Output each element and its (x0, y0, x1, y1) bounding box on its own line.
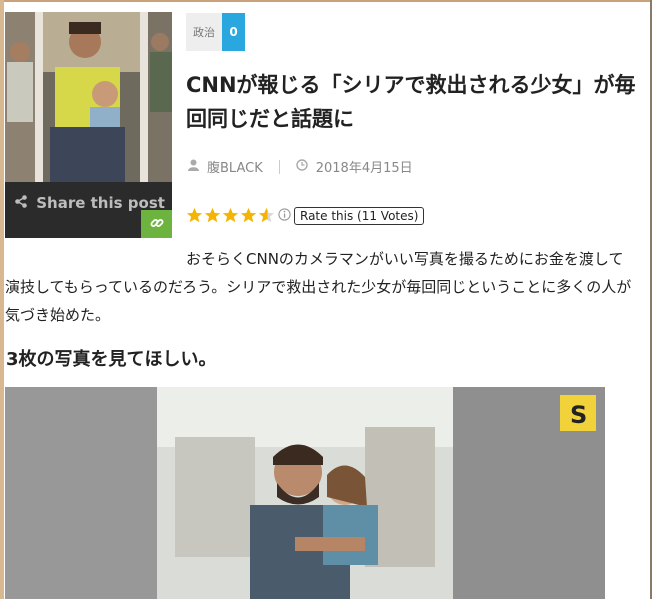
clock-icon (296, 158, 308, 175)
embedded-video[interactable]: S (5, 387, 605, 599)
publish-date: 2018年4月15日 (315, 161, 413, 176)
user-icon (188, 159, 199, 175)
star-half-icon[interactable] (258, 207, 275, 224)
permalink-button[interactable] (141, 210, 172, 238)
meta-divider (278, 159, 280, 174)
share-overlay: Share this post (5, 182, 172, 238)
star-rating[interactable] (186, 207, 276, 224)
article-title: CNNが報じる「シリアで救出される少女」が毎回同じだと話題に (186, 73, 636, 131)
star-icon[interactable] (222, 207, 239, 224)
post-thumbnail[interactable]: Share this post (5, 12, 172, 238)
author-link[interactable]: 腹BLACK (207, 157, 263, 176)
category-tag[interactable]: 政治 (186, 13, 222, 51)
rate-this-button[interactable]: Rate this (11 Votes) (294, 206, 425, 225)
section-heading: 3枚の写真を見てほしい。 (6, 349, 217, 370)
star-icon[interactable] (204, 207, 221, 224)
window-left-border (0, 0, 4, 599)
share-icon (15, 194, 32, 212)
thumbnail-photo (5, 12, 172, 182)
star-icon[interactable] (240, 207, 257, 224)
star-icon[interactable] (186, 207, 203, 224)
link-icon (150, 215, 164, 234)
svg-text:S: S (570, 401, 587, 429)
rating-widget: Rate this (11 Votes) (186, 206, 425, 225)
window-top-border (0, 0, 652, 2)
info-icon[interactable] (278, 206, 291, 225)
article-body: おそらくCNNのカメラマンがいい写真を撮るためにお金を渡して演技してもらっている… (5, 250, 632, 324)
article-meta: 腹BLACK 2018年4月15日 (186, 157, 413, 176)
comment-count-badge[interactable]: 0 (222, 13, 245, 51)
